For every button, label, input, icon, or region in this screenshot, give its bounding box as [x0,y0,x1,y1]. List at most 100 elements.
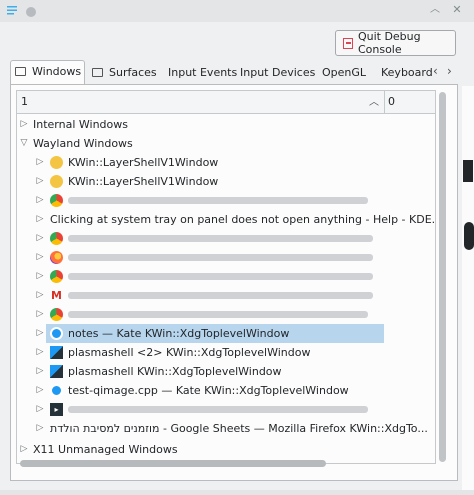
plasma-icon [50,175,63,188]
windows-tab-icon [15,67,26,76]
tree-row[interactable]: ▷ KWin::LayerShellV1Window [17,153,435,172]
blurred-title [68,197,368,204]
keep-above-icon[interactable]: ︿ [429,4,441,16]
header-column-2[interactable]: 0 [388,95,395,108]
gmail-icon: M [51,289,62,302]
tree-row-x11-unmanaged[interactable]: ▷ X11 Unmanaged Windows [17,440,435,459]
tab-surfaces[interactable]: Surfaces [92,62,157,84]
title-bar: ︿ ✕ [0,0,474,22]
tab-input-events[interactable]: Input Events [168,62,237,84]
expand-arrow-icon[interactable]: ▷ [35,210,45,229]
terminal-icon: ▸ [50,403,63,416]
expand-arrow-icon[interactable]: ▷ [35,324,45,343]
collapse-arrow-icon[interactable]: ▽ [19,134,29,153]
blurred-title [68,311,368,318]
row-label: Wayland Windows [33,137,133,150]
vertical-scrollbar[interactable] [438,90,447,466]
expand-arrow-icon[interactable]: ▷ [35,172,45,191]
blurred-title [68,292,373,299]
tree-row[interactable]: ▷ [17,248,435,267]
row-label: Clicking at system tray on panel does no… [50,213,436,226]
plasma-icon [50,156,63,169]
tab-windows[interactable]: Windows [10,60,85,85]
expand-arrow-icon[interactable]: ▷ [35,343,45,362]
background-fragment [464,222,474,250]
expand-arrow-icon[interactable]: ▷ [35,267,45,286]
tree-row[interactable]: ▷ KWin::LayerShellV1Window [17,172,435,191]
tree-row-internal-windows[interactable]: ▷ Internal Windows [17,115,435,134]
blurred-title [68,235,373,242]
blurred-title [68,254,373,261]
firefox-icon [50,251,63,264]
expand-arrow-icon[interactable]: ▷ [35,191,45,210]
tab-input-devices[interactable]: Input Devices [240,62,315,84]
tab-scroll-right-icon[interactable]: › [447,64,452,78]
tree-row-wayland-windows[interactable]: ▽ Wayland Windows [17,134,435,153]
row-label: מוזמנים למסיבת הולדת - Google Sheets — M… [50,422,428,435]
horizontal-scrollbar-thumb[interactable] [20,460,326,467]
row-label: test-qimage.cpp — Kate KWin::XdgToplevel… [68,384,349,397]
header-separator[interactable] [384,91,385,113]
tab-bar: Windows Surfaces Input Events Input Devi… [10,60,458,85]
tree-row[interactable]: ▷ [17,229,435,248]
expand-arrow-icon[interactable]: ▷ [35,400,45,419]
tab-label: Keyboard [381,66,433,79]
tree-row[interactable]: ▷ M [17,286,435,305]
tree-row[interactable]: ▷ [17,305,435,324]
expand-arrow-icon[interactable]: ▷ [35,286,45,305]
quit-debug-console-button[interactable]: Quit Debug Console [335,30,456,56]
surfaces-tab-icon [92,68,103,77]
header-column-1[interactable]: 1 [21,95,28,108]
expand-arrow-icon[interactable]: ▷ [35,153,45,172]
row-label: Internal Windows [33,118,128,131]
quit-icon [343,37,353,49]
sort-indicator-icon: ︿ [369,97,379,108]
row-label: notes — Kate KWin::XdgToplevelWindow [68,327,290,340]
vertical-scrollbar-thumb[interactable] [439,92,446,462]
background-window [462,86,474,495]
tab-keyboard[interactable]: Keyboard [381,62,433,84]
row-label: plasmashell <2> KWin::XdgToplevelWindow [68,346,311,359]
background-fragment [463,160,473,182]
kate-icon [50,384,63,397]
tree-row[interactable]: ▷ plasmashell KWin::XdgToplevelWindow [17,362,435,381]
expand-arrow-icon[interactable]: ▷ [19,440,29,459]
window-bottom-edge [0,490,474,495]
horizontal-scrollbar[interactable] [20,460,428,469]
tree-row[interactable]: ▷ ▸ [17,400,435,419]
app-menu-icon[interactable] [6,4,20,18]
row-label: KWin::LayerShellV1Window [68,156,219,169]
plasmashell-icon [50,365,63,378]
close-icon[interactable]: ✕ [451,4,463,16]
tree-row-selected[interactable]: ▷ notes — Kate KWin::XdgToplevelWindow [17,324,435,343]
expand-arrow-icon[interactable]: ▷ [35,419,45,438]
tab-label: Windows [32,65,82,78]
tree-header: 1 ︿ 0 [17,91,435,114]
tree-row[interactable]: ▷ Clicking at system tray on panel does … [17,210,435,229]
tab-label: Input Devices [240,66,316,79]
tab-label: Surfaces [109,66,157,79]
tree-row[interactable]: ▷ [17,191,435,210]
expand-arrow-icon[interactable]: ▷ [19,115,29,134]
tree-row[interactable]: ▷ test-qimage.cpp — Kate KWin::XdgToplev… [17,381,435,400]
chrome-icon [50,194,63,207]
row-label: KWin::LayerShellV1Window [68,175,219,188]
expand-arrow-icon[interactable]: ▷ [35,362,45,381]
tree-row[interactable]: ▷ [17,267,435,286]
tab-opengl[interactable]: OpenGL [322,62,366,84]
expand-arrow-icon[interactable]: ▷ [35,229,45,248]
expand-arrow-icon[interactable]: ▷ [35,381,45,400]
tab-label: OpenGL [322,66,367,79]
chrome-icon [50,270,63,283]
expand-arrow-icon[interactable]: ▷ [35,305,45,324]
windows-tree-view[interactable]: 1 ︿ 0 ▷ Internal Windows ▽ Wayland Windo… [16,90,436,464]
tree-row[interactable]: ▷ מוזמנים למסיבת הולדת - Google Sheets —… [17,419,435,438]
expand-arrow-icon[interactable]: ▷ [35,248,45,267]
tree-row[interactable]: ▷ plasmashell <2> KWin::XdgToplevelWindo… [17,343,435,362]
blurred-title [68,406,368,413]
chrome-icon [50,308,63,321]
chrome-icon [50,232,63,245]
tab-scroll-left-icon[interactable]: ‹ [433,64,438,78]
blurred-title [68,273,373,280]
close-dot-icon[interactable] [26,7,36,17]
